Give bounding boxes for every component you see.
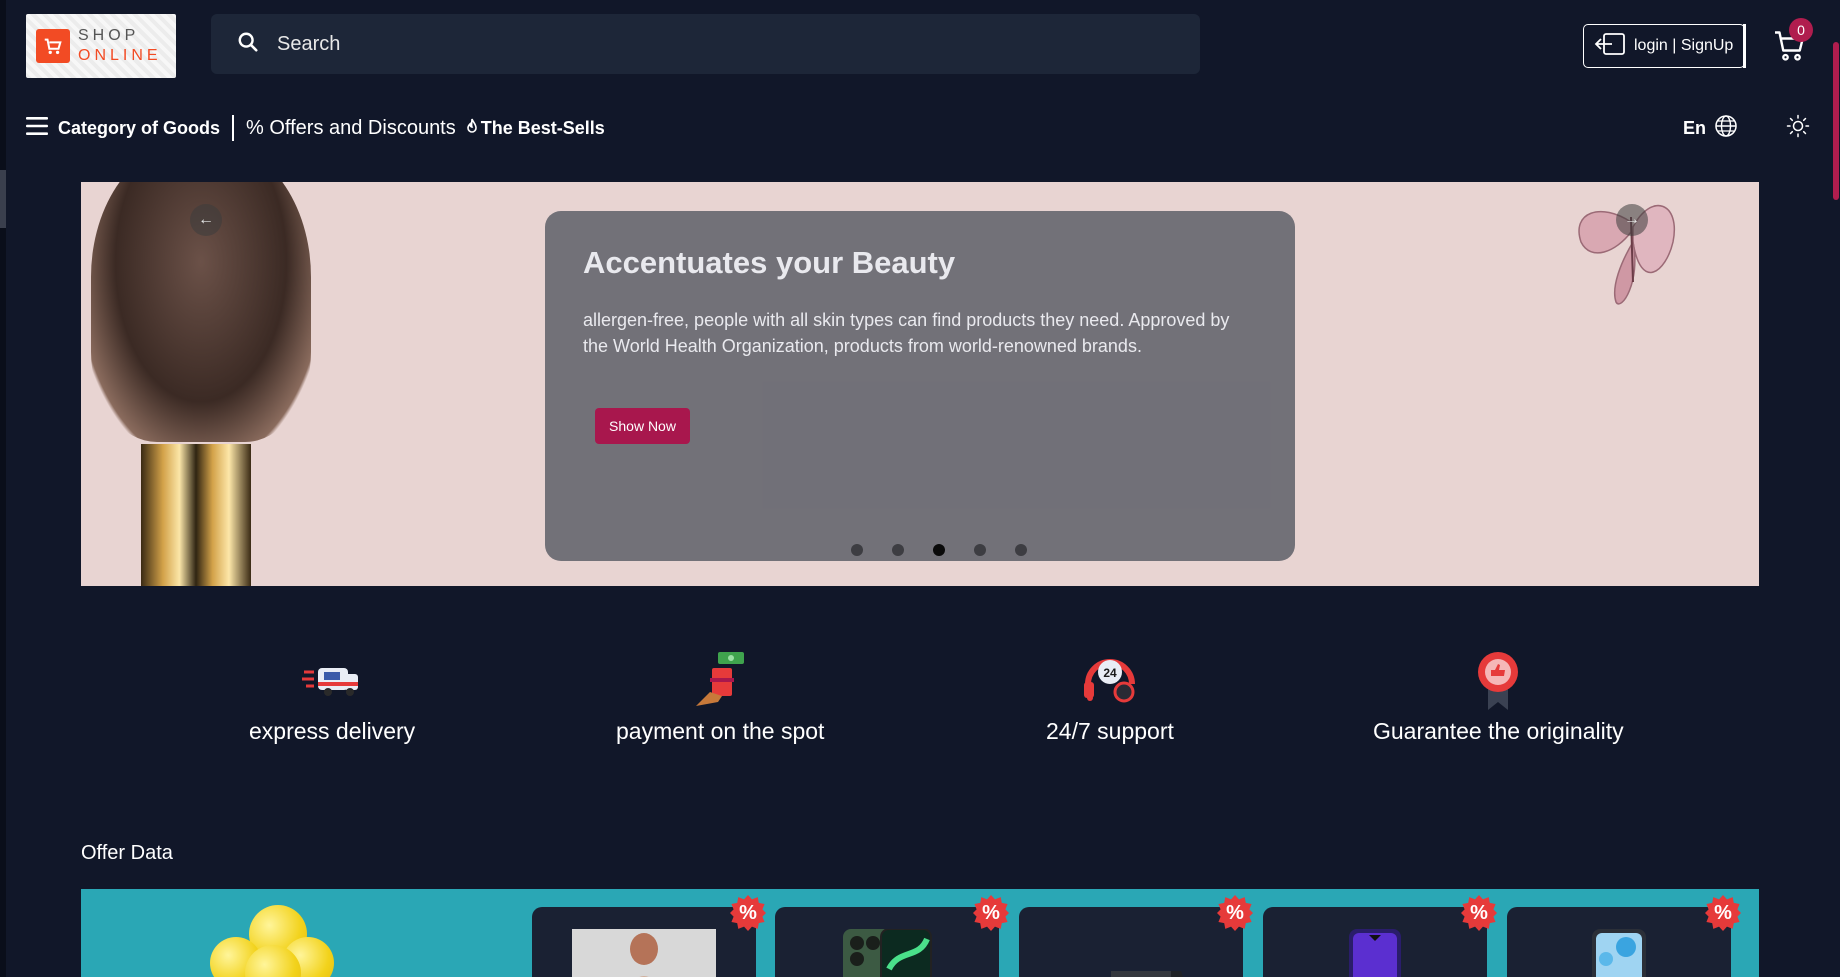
feature-originality: Guarantee the originality	[1373, 648, 1624, 745]
language-label: En	[1683, 118, 1707, 138]
category-menu[interactable]: Category of Goods	[26, 116, 220, 141]
search-input[interactable]	[277, 32, 1177, 56]
phone-blue-product-image	[1590, 929, 1648, 977]
carousel-dot[interactable]	[851, 544, 863, 556]
hero-caption-card: Accentuates your Beauty allergen-free, p…	[545, 211, 1295, 561]
bestsells-label: The Best-Sells	[480, 117, 605, 138]
fire-icon	[466, 118, 478, 139]
offer-carousel: % % % % %	[81, 889, 1759, 977]
carousel-dot-active[interactable]	[933, 544, 945, 556]
logo-line-2: ONLINE	[78, 47, 162, 64]
main-nav: Category of Goods % Offers and Discounts…	[26, 110, 605, 146]
carousel-dot[interactable]	[1015, 544, 1027, 556]
show-now-button[interactable]: Show Now	[595, 408, 690, 444]
language-selector[interactable]: En	[1683, 114, 1738, 143]
feature-label: express delivery	[249, 718, 416, 744]
sun-theme-toggle-icon[interactable]	[1786, 114, 1810, 138]
discount-badge: %	[973, 895, 1009, 931]
makeup-brush-handle-image	[141, 444, 251, 586]
offer-product-card[interactable]: %	[1019, 895, 1253, 977]
page: SHOP ONLINE login | SignUp 0 Category of…	[0, 0, 1840, 977]
login-icon	[1594, 32, 1626, 61]
site-logo[interactable]: SHOP ONLINE	[26, 14, 176, 78]
logo-text: SHOP ONLINE	[78, 26, 162, 66]
logo-line-1: SHOP	[78, 27, 140, 44]
feature-payment-on-spot: payment on the spot	[616, 648, 824, 745]
search-icon[interactable]	[237, 31, 259, 58]
quality-badge-icon	[1478, 652, 1519, 710]
feature-express-delivery: express delivery	[249, 648, 415, 745]
scrollbar-thumb[interactable]	[1833, 42, 1839, 200]
feature-label: Guarantee the originality	[1373, 718, 1624, 744]
hamburger-icon	[26, 116, 48, 141]
bestsells-link[interactable]: The Best-Sells	[466, 118, 605, 139]
cash-payment-icon	[696, 652, 745, 706]
black-device-product-image	[1071, 929, 1191, 977]
cart-count-badge: 0	[1789, 18, 1813, 42]
globe-icon	[1714, 114, 1738, 143]
feature-support: 24 24/7 support	[1046, 648, 1174, 745]
offers-link[interactable]: % Offers and Discounts	[246, 117, 456, 140]
svg-text:24: 24	[1103, 666, 1117, 680]
phone-green-product-image	[839, 928, 935, 977]
carousel-indicators	[545, 544, 1295, 556]
support-headset-icon: 24	[1083, 659, 1135, 703]
window-edge	[0, 0, 6, 977]
offer-product-card[interactable]: %	[532, 895, 766, 977]
delivery-truck-icon	[302, 668, 359, 696]
login-divider	[1743, 24, 1746, 68]
carousel-dot[interactable]	[974, 544, 986, 556]
login-label: login | SignUp	[1634, 37, 1734, 54]
arrow-left-icon[interactable]: ←	[190, 204, 222, 236]
butterfly-image	[1578, 205, 1676, 305]
phone-purple-product-image	[1347, 929, 1403, 977]
search-bar[interactable]	[211, 14, 1200, 74]
feature-label: payment on the spot	[616, 718, 825, 744]
discount-badge: %	[730, 895, 766, 931]
shopping-cart-logo-icon	[36, 29, 70, 63]
category-label: Category of Goods	[58, 117, 221, 138]
hero-description: allergen-free, people with all skin type…	[583, 310, 1230, 356]
window-edge-marker	[0, 170, 6, 228]
offer-product-card[interactable]: %	[1263, 895, 1497, 977]
arrow-right-icon[interactable]: →	[1616, 204, 1648, 236]
offer-section-title: Offer Data	[81, 842, 173, 864]
feature-label: 24/7 support	[1046, 718, 1174, 744]
nav-divider	[232, 115, 235, 141]
feature-highlights: express delivery payment on the spot 24	[0, 648, 1840, 758]
login-signup-button[interactable]: login | SignUp	[1583, 24, 1745, 68]
discount-badge: %	[1705, 895, 1741, 931]
hero-title: Accentuates your Beauty	[583, 245, 956, 280]
carousel-dot[interactable]	[892, 544, 904, 556]
offers-label: % Offers and Discounts	[246, 116, 456, 139]
offer-product-card[interactable]: %	[775, 895, 1009, 977]
hero-carousel: ← → Accentuates your Beauty allergen-fre…	[81, 182, 1759, 586]
discount-badge: %	[1217, 895, 1253, 931]
clothing-product-image	[572, 929, 716, 977]
discount-badge: %	[1461, 895, 1497, 931]
offer-product-card[interactable]: %	[1507, 895, 1741, 977]
